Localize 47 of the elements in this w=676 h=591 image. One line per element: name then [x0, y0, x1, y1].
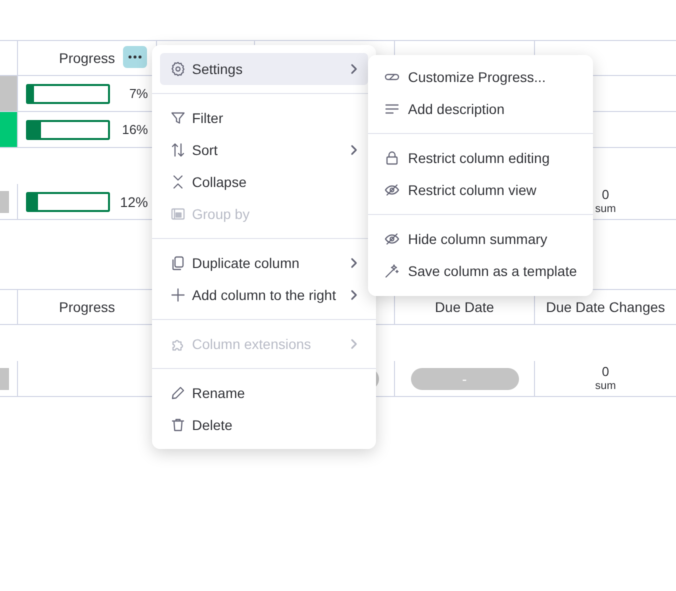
menu-item[interactable]: Restrict column view [376, 174, 585, 206]
plus-icon [170, 287, 186, 303]
column-header: Due Date Changes [546, 299, 666, 315]
magic-wand-icon [384, 263, 400, 279]
summary-value: 0 [602, 188, 610, 203]
copy-icon [170, 255, 186, 271]
menu-item[interactable]: Rename [160, 377, 368, 409]
menu-item[interactable]: Duplicate column [160, 247, 368, 279]
menu-item[interactable]: Add description [376, 93, 585, 125]
summary-caption: sum [595, 380, 616, 392]
progress-percent: 12% [120, 194, 148, 210]
due-date-pill: - [410, 368, 518, 390]
menu-item[interactable]: Restrict column editing [376, 142, 585, 174]
menu-item[interactable]: Hide column summary [376, 223, 585, 255]
menu-item[interactable]: Collapse [160, 166, 368, 198]
trash-icon [170, 417, 186, 433]
chevron-icon [350, 257, 358, 269]
menu-item[interactable]: Delete [160, 409, 368, 441]
menu-item[interactable]: Save column as a template [376, 255, 585, 287]
lock-icon [384, 150, 400, 166]
chevron-icon [350, 289, 358, 301]
column-header: Progress [58, 50, 116, 66]
pencil-icon [170, 385, 186, 401]
column-header: Due Date [434, 299, 494, 315]
progress-percent: 7% [129, 86, 148, 101]
menu-item[interactable]: Sort [160, 134, 368, 166]
column-header: Progress [58, 299, 116, 315]
menu-item[interactable]: Customize Progress... [376, 61, 585, 93]
column-menu-button[interactable] [123, 46, 147, 68]
hidden-eye-icon [384, 231, 400, 247]
summary-value: 0 [602, 365, 610, 380]
menu-item[interactable]: Add column to the right [160, 279, 368, 311]
status-summary-block [0, 368, 9, 390]
summary-caption: sum [595, 202, 616, 215]
chevron-icon [350, 338, 358, 350]
progress-percent: 16% [122, 122, 148, 137]
group-icon [170, 206, 186, 222]
settings-icon [170, 61, 186, 77]
hidden-eye-icon [384, 182, 400, 198]
filter-icon [170, 110, 186, 126]
more-icon [128, 55, 142, 59]
chevron-icon [350, 144, 358, 156]
status-summary-block [0, 190, 9, 212]
sort-icon [170, 142, 186, 158]
chevron-icon [350, 63, 358, 75]
menu-item[interactable]: Filter [160, 102, 368, 134]
menu-item[interactable]: Settings [160, 53, 368, 85]
